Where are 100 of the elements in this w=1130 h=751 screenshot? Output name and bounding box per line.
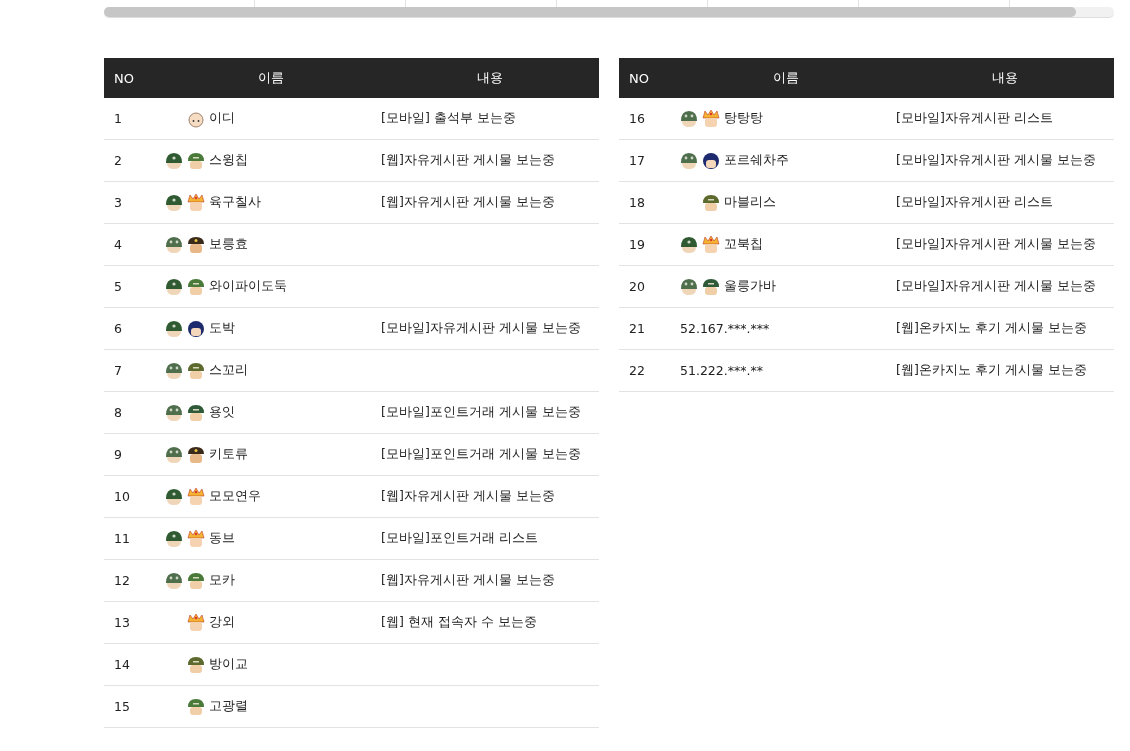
face-icon (702, 151, 720, 170)
row-number: 10 (114, 489, 130, 504)
officer-face-icon (187, 445, 205, 464)
crown-face-icon (187, 529, 205, 548)
activity-text: [웹]온카지노 후기 게시물 보는중 (896, 320, 1087, 335)
activity-text: [웹]자유게시판 게시물 보는중 (381, 572, 555, 587)
row-number: 4 (114, 237, 122, 252)
user-name[interactable]: 모모연우 (209, 488, 261, 505)
soldier-face-icon (702, 193, 720, 212)
user-name[interactable]: 용잇 (209, 404, 235, 421)
user-name[interactable]: 보릉효 (209, 236, 248, 253)
column-header: NO (104, 58, 161, 98)
user-name[interactable]: 고광렬 (209, 698, 248, 715)
helmet-icon (165, 361, 183, 380)
activity-text: [웹] 현재 접속자 수 보는중 (381, 614, 537, 629)
helmet-icon (680, 235, 698, 254)
user-name[interactable]: 탕탕탕 (724, 110, 763, 127)
user-name[interactable]: 도박 (209, 320, 235, 337)
row-number: 22 (629, 363, 645, 378)
column-header: NO (619, 58, 676, 98)
baby-face-icon (187, 109, 205, 128)
activity-text: [모바일]자유게시판 게시물 보는중 (381, 320, 581, 335)
row-number: 7 (114, 363, 122, 378)
soldier-face-icon (187, 571, 205, 590)
activity-text: [웹]자유게시판 게시물 보는중 (381, 152, 555, 167)
helmet-icon (680, 109, 698, 128)
activity-text: [모바일]자유게시판 게시물 보는중 (896, 236, 1096, 251)
soldier-face-icon (187, 697, 205, 716)
row-number: 18 (629, 195, 645, 210)
activity-text: [모바일]자유게시판 게시물 보는중 (896, 278, 1096, 293)
crown-face-icon (702, 109, 720, 128)
activity-text: [웹]자유게시판 게시물 보는중 (381, 194, 555, 209)
user-name[interactable]: 울릉가바 (724, 278, 776, 295)
activity-text: [모바일]포인트거래 리스트 (381, 530, 538, 545)
crown-face-icon (187, 487, 205, 506)
row-number: 2 (114, 153, 122, 168)
helmet-icon (165, 445, 183, 464)
row-number: 11 (114, 531, 130, 546)
column-header: 내용 (896, 58, 1114, 98)
user-name[interactable]: 육구칠사 (209, 194, 261, 211)
user-name[interactable]: 51.222.***.** (680, 363, 763, 378)
user-name[interactable]: 꼬북칩 (724, 236, 763, 253)
row-number: 6 (114, 321, 122, 336)
helmet-icon (165, 277, 183, 296)
horizontal-scrollbar[interactable] (104, 7, 1114, 18)
soldier-face-icon (702, 277, 720, 296)
helmet-icon (680, 277, 698, 296)
user-name[interactable]: 강외 (209, 614, 235, 631)
user-name[interactable]: 이디 (209, 110, 235, 127)
helmet-icon (165, 529, 183, 548)
row-number: 3 (114, 195, 122, 210)
row-number: 21 (629, 321, 645, 336)
helmet-icon (165, 151, 183, 170)
soldier-face-icon (187, 151, 205, 170)
activity-text: [웹]자유게시판 게시물 보는중 (381, 488, 555, 503)
user-name[interactable]: 동브 (209, 530, 235, 547)
helmet-icon (165, 319, 183, 338)
user-name[interactable]: 마블리스 (724, 194, 776, 211)
soldier-face-icon (187, 277, 205, 296)
helmet-icon (680, 151, 698, 170)
user-name[interactable]: 모카 (209, 572, 235, 589)
user-name[interactable]: 와이파이도둑 (209, 278, 287, 295)
helmet-icon (165, 403, 183, 422)
activity-text: [모바일]자유게시판 리스트 (896, 194, 1053, 209)
face-icon (187, 319, 205, 338)
column-header: 이름 (676, 58, 896, 98)
helmet-icon (165, 193, 183, 212)
crown-face-icon (702, 235, 720, 254)
activity-text: [모바일]자유게시판 리스트 (896, 110, 1053, 125)
user-name[interactable]: 스꼬리 (209, 362, 248, 379)
row-number: 9 (114, 447, 122, 462)
soldier-face-icon (187, 655, 205, 674)
user-name[interactable]: 방이교 (209, 656, 248, 673)
row-number: 8 (114, 405, 122, 420)
row-number: 20 (629, 279, 645, 294)
column-header: 내용 (381, 58, 599, 98)
activity-text: [모바일]포인트거래 게시물 보는중 (381, 446, 581, 461)
user-name[interactable]: 스윙칩 (209, 152, 248, 169)
row-number: 13 (114, 615, 130, 630)
crown-face-icon (187, 193, 205, 212)
activity-text: [모바일]포인트거래 게시물 보는중 (381, 404, 581, 419)
row-number: 17 (629, 153, 645, 168)
crown-face-icon (187, 613, 205, 632)
activity-text: [웹]온카지노 후기 게시물 보는중 (896, 362, 1087, 377)
row-number: 14 (114, 657, 130, 672)
soldier-face-icon (187, 361, 205, 380)
helmet-icon (165, 487, 183, 506)
activity-text: [모바일]자유게시판 게시물 보는중 (896, 152, 1096, 167)
user-name[interactable]: 키토류 (209, 446, 248, 463)
user-name[interactable]: 52.167.***.*** (680, 321, 770, 336)
column-header: 이름 (161, 58, 381, 98)
row-number: 19 (629, 237, 645, 252)
row-number: 15 (114, 699, 130, 714)
helmet-icon (165, 235, 183, 254)
officer-face-icon (187, 235, 205, 254)
row-number: 5 (114, 279, 122, 294)
helmet-icon (165, 571, 183, 590)
user-name[interactable]: 포르쉐차주 (724, 152, 789, 169)
row-number: 16 (629, 111, 645, 126)
row-number: 12 (114, 573, 130, 588)
